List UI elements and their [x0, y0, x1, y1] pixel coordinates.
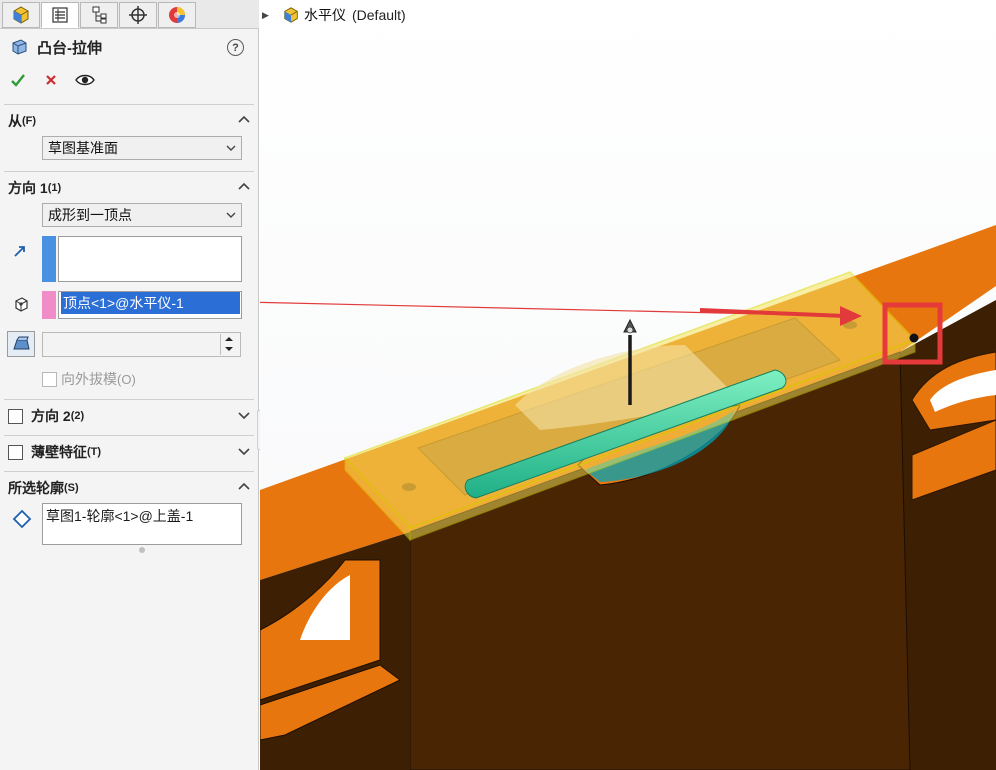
eye-icon[interactable] [75, 73, 95, 87]
section-thin-key: (T) [87, 446, 102, 458]
end-condition-value: 成形到一顶点 [48, 207, 132, 223]
selected-vertex-item[interactable]: 顶点<1>@水平仪-1 [61, 292, 240, 314]
section-direction1-key: (1) [47, 182, 62, 194]
spin-up-icon[interactable] [221, 334, 237, 344]
draft-icon [13, 336, 30, 350]
selected-vertex-point[interactable] [909, 333, 919, 343]
section-from-key: (F) [22, 115, 37, 127]
thin-feature-checkbox[interactable] [8, 444, 23, 460]
section-from-title: 从 [8, 113, 22, 129]
action-buttons [10, 71, 95, 89]
draft-outward-checkbox[interactable] [42, 371, 57, 387]
part-cube-icon [13, 6, 29, 24]
draft-outward-option[interactable]: 向外拔模 (O) [42, 370, 136, 388]
section-contours-key: (S) [64, 482, 79, 494]
from-select-value: 草图基准面 [48, 140, 118, 156]
tab-feature-manager[interactable] [2, 2, 40, 28]
direction-selection-box[interactable] [58, 236, 242, 282]
resize-handle[interactable] [139, 547, 145, 553]
crosshair-icon [129, 6, 147, 24]
manager-tabs [0, 0, 259, 29]
chevron-down-icon[interactable] [238, 409, 250, 421]
list-icon [52, 7, 68, 23]
section-direction2-title: 方向 2 [31, 408, 71, 424]
chevron-up-icon[interactable] [238, 481, 250, 493]
model-canvas[interactable] [243, 0, 996, 770]
tab-dimxpert-manager[interactable] [119, 2, 157, 28]
feature-tree-header[interactable]: ▶ 水平仪 (Default) [262, 4, 406, 26]
contour-diamond-icon [12, 509, 32, 529]
checkmark-icon[interactable] [10, 72, 26, 88]
vertex-icon [15, 297, 28, 312]
section-contours-header[interactable]: 所选轮廓 (S) [0, 473, 258, 503]
section-thin-header[interactable]: 薄壁特征 (T) [0, 437, 258, 467]
chevron-down-icon [226, 145, 236, 151]
tab-property-manager[interactable] [41, 2, 79, 28]
end-condition-select[interactable]: 成形到一顶点 [42, 203, 242, 227]
expand-caret-icon[interactable]: ▶ [262, 10, 272, 21]
draft-outward-key: (O) [117, 371, 136, 387]
contours-selection-box[interactable]: 草图1-轮廓<1>@上盖-1 [42, 503, 242, 545]
section-direction1-title: 方向 1 [8, 180, 48, 196]
contour-item[interactable]: 草图1-轮廓<1>@上盖-1 [46, 508, 193, 524]
section-direction2-header[interactable]: 方向 2 (2) [0, 401, 258, 431]
part-icon [284, 7, 298, 23]
section-from-header[interactable]: 从 (F) [0, 106, 258, 136]
boss-extrude-icon [12, 39, 27, 55]
draft-angle-input[interactable] [42, 332, 241, 357]
separator [4, 435, 254, 436]
separator [4, 471, 254, 472]
cross-icon[interactable] [44, 73, 58, 87]
help-icon[interactable]: ? [227, 39, 244, 56]
section-direction1-header[interactable]: 方向 1 (1) [0, 173, 258, 203]
feature-title-row: 凸台-拉伸 [9, 37, 102, 57]
config-tree-icon [92, 6, 107, 24]
separator [4, 399, 254, 400]
section-direction2-key: (2) [70, 410, 85, 422]
direction-swatch [42, 236, 56, 282]
from-select[interactable]: 草图基准面 [42, 136, 242, 160]
chevron-down-icon [226, 212, 236, 218]
draft-outward-label: 向外拔模 [61, 371, 117, 387]
preview-hole-left [402, 483, 416, 491]
vertex-swatch [42, 291, 56, 319]
draft-toggle-button[interactable] [7, 331, 35, 357]
separator [4, 104, 254, 105]
section-contours-title: 所选轮廓 [8, 480, 64, 496]
part-name: 水平仪 [304, 7, 346, 23]
property-manager-panel: 凸台-拉伸 ? 从 (F) 草图基准面 方向 1 (1) 成形到一顶点 顶点<1… [0, 0, 259, 770]
chevron-up-icon[interactable] [238, 181, 250, 193]
direction2-checkbox[interactable] [8, 408, 23, 424]
graphics-viewport[interactable] [243, 0, 996, 770]
solidworks-window: 凸台-拉伸 ? 从 (F) 草图基准面 方向 1 (1) 成形到一顶点 顶点<1… [0, 0, 996, 770]
direction-arrow-icon [14, 246, 25, 257]
tab-configuration-manager[interactable] [80, 2, 118, 28]
section-thin-title: 薄壁特征 [31, 444, 87, 460]
configuration-name: (Default) [352, 7, 406, 23]
separator [4, 171, 254, 172]
chevron-down-icon[interactable] [238, 445, 250, 457]
appearance-ball-icon [169, 7, 185, 23]
tab-display-manager[interactable] [158, 2, 196, 28]
chevron-up-icon[interactable] [238, 114, 250, 126]
spin-down-icon[interactable] [221, 344, 237, 354]
feature-title: 凸台-拉伸 [37, 39, 102, 57]
spin-buttons[interactable] [220, 334, 238, 355]
handle-knob[interactable] [626, 326, 634, 334]
